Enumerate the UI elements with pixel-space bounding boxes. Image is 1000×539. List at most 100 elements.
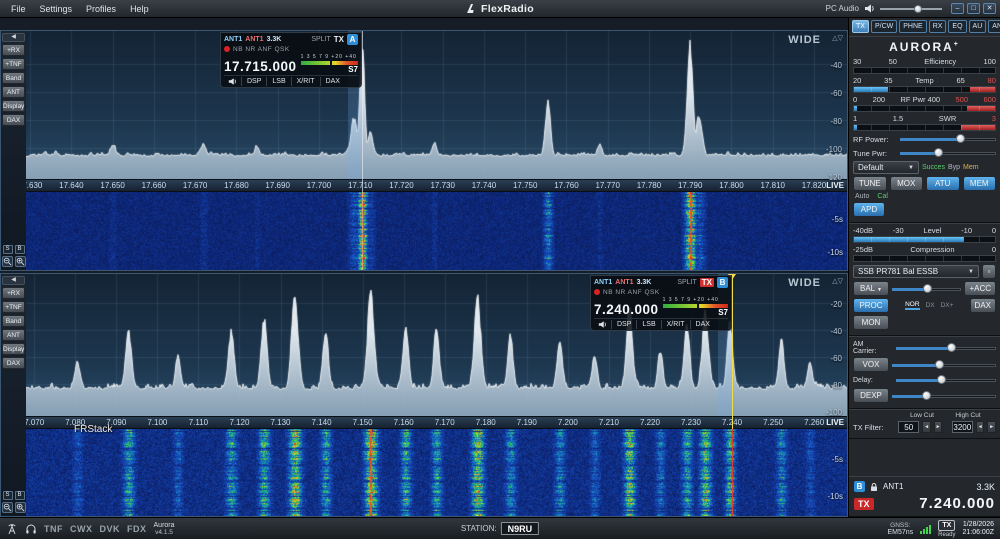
- menu-profiles[interactable]: Profiles: [79, 2, 123, 16]
- low-decrement-button[interactable]: ◄: [922, 421, 931, 433]
- rf-power-slider[interactable]: [900, 133, 996, 145]
- tx-indicator[interactable]: TX: [334, 35, 344, 44]
- ant-button[interactable]: ANT: [2, 86, 25, 98]
- high-increment-button[interactable]: ►: [987, 421, 996, 433]
- atu-button[interactable]: ATU: [926, 176, 960, 191]
- collapse-button[interactable]: ◀: [2, 276, 25, 285]
- atu-cal-label[interactable]: Cal: [877, 193, 888, 200]
- menu-file[interactable]: File: [4, 2, 33, 16]
- tuning-cursor[interactable]: [362, 31, 363, 192]
- dax-button[interactable]: DAX: [969, 298, 996, 313]
- mem-button[interactable]: MEM: [962, 176, 996, 191]
- dax-button[interactable]: DAX: [2, 357, 25, 369]
- tab-pcw[interactable]: P/CW: [870, 20, 898, 33]
- high-decrement-button[interactable]: ◄: [976, 421, 985, 433]
- menu-help[interactable]: Help: [123, 2, 156, 16]
- tune-button[interactable]: TUNE: [853, 176, 887, 191]
- menu-settings[interactable]: Settings: [33, 2, 80, 16]
- audio-mute-icon[interactable]: [224, 77, 241, 86]
- acc-button[interactable]: +ACC: [964, 281, 996, 296]
- ant-button[interactable]: ANT: [2, 329, 25, 341]
- frequency-scale[interactable]: LIVE 7.070 7.080 7.090 7.100 7.110 7.120 7.130…: [26, 416, 847, 429]
- slice-flag-b[interactable]: ANT1 ANT1 3.3K SPLIT TX B NB NR ANF QSK: [590, 275, 732, 331]
- maximize-button[interactable]: □: [967, 3, 980, 14]
- display-button[interactable]: Display: [2, 343, 25, 355]
- low-increment-button[interactable]: ►: [933, 421, 943, 433]
- waterfall-display[interactable]: [26, 429, 847, 516]
- mode-flag-button[interactable]: LSB: [266, 77, 290, 86]
- audio-mute-icon[interactable]: [594, 320, 611, 329]
- add-rx-button[interactable]: +RX: [2, 44, 25, 56]
- add-tnf-button[interactable]: +TNF: [2, 58, 25, 70]
- filter-width-badge[interactable]: 3.3K: [267, 36, 282, 43]
- tab-tx[interactable]: TX: [852, 20, 869, 33]
- tx-filter-high-value[interactable]: 3200: [951, 421, 974, 433]
- xrit-flag-button[interactable]: X/RIT: [660, 320, 690, 329]
- vox-slider[interactable]: [892, 359, 996, 371]
- lock-icon[interactable]: [869, 482, 879, 492]
- proc-mode-nor[interactable]: NOR: [905, 301, 920, 310]
- tab-phne[interactable]: PHNE: [899, 20, 927, 33]
- tnf-toggle[interactable]: TNF: [44, 524, 63, 534]
- tuner-status-memory[interactable]: Mem: [963, 164, 979, 171]
- slider-knob[interactable]: [914, 4, 923, 13]
- minimize-button[interactable]: –: [951, 3, 964, 14]
- dax-flag-button[interactable]: DAX: [689, 320, 715, 329]
- tx-antenna-badge[interactable]: ANT1: [245, 36, 263, 43]
- proc-mode-dx[interactable]: DX: [926, 302, 935, 309]
- apd-button[interactable]: APD: [853, 202, 885, 217]
- tab-au[interactable]: AU: [968, 20, 987, 33]
- pc-audio-slider[interactable]: [880, 4, 942, 14]
- zoom-out-icon[interactable]: [1, 502, 13, 513]
- bal-button[interactable]: BAL ▼: [853, 281, 889, 296]
- dvk-toggle[interactable]: DVK: [100, 524, 121, 534]
- tab-anlg[interactable]: ANLG: [988, 20, 1000, 33]
- station-name[interactable]: N9RU: [500, 522, 540, 535]
- split-button[interactable]: SPLIT: [677, 279, 696, 286]
- am-carrier-slider[interactable]: [896, 342, 996, 354]
- mic-profile-select[interactable]: SSB PR781 Bal ESSB ▼: [853, 265, 979, 278]
- tuner-status-bypass[interactable]: Byp: [948, 164, 960, 171]
- split-button[interactable]: SPLIT: [311, 36, 330, 43]
- tab-eq[interactable]: EQ: [948, 20, 967, 33]
- dexp-button[interactable]: DEXP: [853, 388, 889, 403]
- profile-save-button[interactable]: ▫: [982, 264, 996, 279]
- waterfall-toggle-button[interactable]: B: [14, 245, 25, 254]
- tx-antenna-badge[interactable]: ANT1: [615, 279, 633, 286]
- dax-flag-button[interactable]: DAX: [319, 77, 345, 86]
- xrit-flag-button[interactable]: X/RIT: [290, 77, 320, 86]
- collapse-button[interactable]: ◀: [2, 33, 25, 42]
- tuner-profile-select[interactable]: Default ▼: [853, 161, 919, 174]
- mode-flag-button[interactable]: LSB: [636, 320, 660, 329]
- tune-power-slider[interactable]: [900, 147, 996, 159]
- proc-mode-dxplus[interactable]: DX+: [941, 302, 954, 309]
- bal-slider[interactable]: [892, 283, 962, 295]
- dax-button[interactable]: DAX: [2, 114, 25, 126]
- band-button[interactable]: Band: [2, 315, 25, 327]
- slice-letter-badge[interactable]: B: [717, 277, 728, 288]
- tuning-cursor[interactable]: [732, 274, 733, 429]
- mon-button[interactable]: MON: [853, 315, 889, 330]
- waterfall-toggle-button[interactable]: B: [14, 491, 25, 500]
- headset-icon[interactable]: [25, 523, 37, 535]
- slice-frequency[interactable]: 7.240.000: [594, 302, 659, 317]
- frequency-scale[interactable]: LIVE 17.630 17.640 17.650 17.660 17.670 17.68…: [26, 179, 847, 192]
- rx-antenna-badge[interactable]: ANT1: [594, 279, 612, 286]
- add-rx-button[interactable]: +RX: [2, 287, 25, 299]
- band-button[interactable]: Band: [2, 72, 25, 84]
- slice-letter-badge[interactable]: A: [347, 34, 358, 45]
- spectrum-toggle-button[interactable]: S: [2, 491, 13, 500]
- spectrum-display[interactable]: [26, 31, 847, 179]
- dexp-slider[interactable]: [892, 390, 996, 402]
- tx-indicator[interactable]: TX: [699, 278, 714, 287]
- tx-filter-low-value[interactable]: 50: [898, 421, 920, 433]
- antenna-icon[interactable]: [6, 523, 18, 535]
- proc-button[interactable]: PROC: [853, 298, 889, 313]
- vertical-zoom-arrows[interactable]: △▽: [832, 34, 843, 42]
- vox-button[interactable]: VOX: [853, 357, 889, 372]
- zoom-in-icon[interactable]: [14, 256, 26, 267]
- fdx-toggle[interactable]: FDX: [127, 524, 147, 534]
- spectrum-toggle-button[interactable]: S: [2, 245, 13, 254]
- zoom-out-icon[interactable]: [1, 256, 13, 267]
- tab-rx[interactable]: RX: [928, 20, 947, 33]
